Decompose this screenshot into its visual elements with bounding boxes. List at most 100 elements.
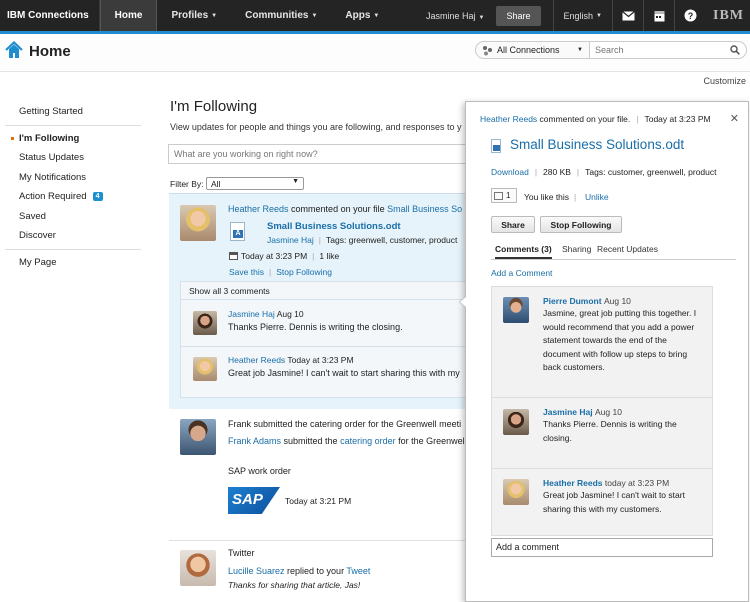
add-comment-link[interactable]: Add a Comment [491,268,552,278]
nav-profiles[interactable]: Profiles ▼ [157,0,231,31]
search-scope-select[interactable]: All Connections ▼ [475,41,590,59]
divider: | [268,267,272,277]
sidebar-item-getting-started[interactable]: Getting Started [0,102,168,122]
user-menu[interactable]: Jasmine Haj ▼ [414,11,496,21]
person-link[interactable]: Jasmine Haj [228,309,275,319]
sidebar-item-my-notifications[interactable]: My Notifications [0,168,168,188]
search-scope-label: All Connections [497,45,560,55]
divider: | [534,167,538,177]
avatar[interactable] [193,357,217,381]
avatar[interactable] [503,297,529,323]
help-icon[interactable]: ? [674,0,705,31]
sidebar-item-saved[interactable]: Saved [0,207,168,227]
like-count: 1 like [319,251,340,261]
tab-recent-updates[interactable]: Recent Updates [597,244,658,254]
tab-sharing[interactable]: Sharing [562,244,591,254]
divider: | [576,167,580,177]
avatar[interactable] [180,205,216,241]
comment-text: Great job Jasmine! I can't wait to start… [543,490,685,514]
notice-action: commented on your file. [537,114,631,124]
file-icon [491,139,501,153]
filter-select[interactable]: All ▼ [206,177,304,190]
entry-summary: Frank submitted the catering order for t… [228,419,462,429]
person-link[interactable]: Pierre Dumont [543,296,602,306]
tab-comments[interactable]: Comments (3) [495,244,552,259]
divider: | [318,235,321,245]
owner-link[interactable]: Jasmine Haj [267,235,314,245]
section-subtitle: View updates for people and things you a… [170,122,462,132]
target-link[interactable]: catering order [340,436,396,446]
download-link[interactable]: Download [491,167,529,177]
comment-header: Jasmine Haj Aug 10 [228,309,304,319]
person-link[interactable]: Lucille Suarez [228,566,285,576]
nav-apps-label: Apps [345,10,371,21]
list-item: Pierre Dumont Aug 10 Jasmine, great job … [492,287,712,398]
share-button[interactable]: Share [496,5,541,26]
person-link[interactable]: Heather Reeds [228,355,285,365]
avatar[interactable] [180,419,216,455]
add-comment-input[interactable]: Add a comment [491,538,713,557]
stop-following-button[interactable]: Stop Following [540,216,622,233]
file-tags: Tags: greenwell, customer, product [326,235,458,245]
like-icon [494,191,503,200]
mail-icon[interactable] [612,0,643,31]
comment-text: Great job Jasmine! I can't wait to start… [228,368,460,378]
entry-headline: Lucille Suarez replied to your Tweet [228,566,370,576]
comment-time: Aug 10 [595,407,622,417]
file-title-link[interactable]: Small Business Solutions.odt [267,221,401,232]
file-type-label: A [233,230,243,238]
divider: | [636,114,639,124]
person-link[interactable]: Heather Reeds [480,114,537,124]
sidebar-item-im-following[interactable]: I'm Following [0,129,168,149]
share-button[interactable]: Share [491,216,535,233]
sidebar-item-label: Action Required [19,191,87,203]
status-placeholder: What are you working on right now? [174,149,318,159]
brand-logo[interactable]: IBM Connections [0,0,100,31]
avatar[interactable] [503,409,529,435]
avatar[interactable] [503,479,529,505]
search-icon[interactable] [730,45,740,58]
entry-action: replied to your [284,566,347,576]
comment-header: Pierre Dumont Aug 10 [543,296,631,306]
nav-apps[interactable]: Apps ▼ [331,0,393,31]
chevron-down-icon: ▼ [311,12,318,19]
svg-text:?: ? [687,11,693,21]
file-title-link[interactable]: Small Business Solutions.odt [510,137,684,152]
nav-profiles-label: Profiles [171,10,209,21]
calendar-icon[interactable] [643,0,674,31]
divider: | [312,251,315,261]
person-link[interactable]: Jasmine Haj [543,407,593,417]
show-all-comments-link[interactable]: Show all 3 comments [189,286,270,296]
search-input[interactable]: Search [590,41,747,59]
customize-link[interactable]: Customize [703,76,746,86]
sidebar: Getting Started I'm Following Status Upd… [0,102,168,272]
save-link[interactable]: Save this [229,267,264,277]
file-link[interactable]: Small Business So [387,204,462,214]
close-icon[interactable]: ✕ [730,112,739,125]
person-link[interactable]: Frank Adams [228,436,281,446]
tweet-link[interactable]: Tweet [346,566,370,576]
nav-communities-label: Communities [245,10,309,21]
person-link[interactable]: Heather Reeds [543,478,603,488]
nav-home[interactable]: Home [99,0,158,31]
unlike-link[interactable]: Unlike [585,192,609,202]
comment-header: Heather Reeds today at 3:23 PM [543,478,669,488]
avatar[interactable] [193,311,217,335]
stop-following-link[interactable]: Stop Following [276,267,332,277]
comment-header: Jasmine Haj Aug 10 [543,407,622,417]
entry-action: submitted the [281,436,341,446]
nav-communities[interactable]: Communities ▼ [231,0,331,31]
sidebar-item-status-updates[interactable]: Status Updates [0,148,168,168]
sidebar-item-action-required[interactable]: Action Required 4 [0,187,168,207]
entry-action: for the Greenwell [395,436,467,446]
language-menu[interactable]: English ▼ [552,0,612,31]
sidebar-item-discover[interactable]: Discover [0,226,168,246]
file-meta: Jasmine Haj | Tags: greenwell, customer, p… [267,235,457,245]
like-button[interactable]: 1 [491,188,517,203]
file-tags: Tags: customer, greenwell, product [585,167,717,177]
person-link[interactable]: Heather Reeds [228,204,289,214]
status-input[interactable]: What are you working on right now? [168,144,468,164]
avatar[interactable] [180,550,216,586]
sidebar-item-my-page[interactable]: My Page [0,253,168,273]
sap-logo: SAP [228,487,280,514]
